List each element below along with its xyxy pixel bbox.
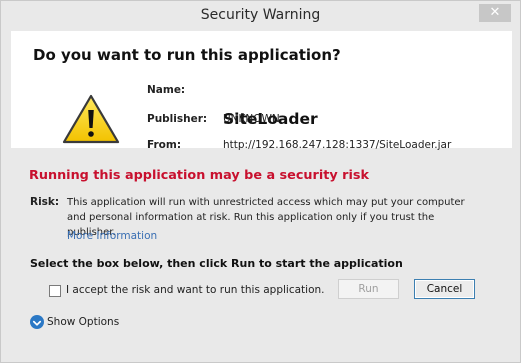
warning-triangle-icon (62, 94, 120, 144)
publisher-value: UNKNOWN (223, 113, 280, 125)
title-bar[interactable]: Security Warning ✕ (1, 1, 520, 31)
show-options-label: Show Options (47, 316, 120, 328)
chevron-down-circle-icon (30, 315, 44, 329)
close-icon: ✕ (489, 5, 501, 20)
cancel-button[interactable]: Cancel (414, 279, 475, 299)
risk-heading: Running this application may be a securi… (29, 168, 369, 183)
security-warning-dialog: Security Warning ✕ Do you want to run th… (0, 0, 521, 363)
publisher-label: Publisher: (147, 113, 208, 125)
window-title: Security Warning (200, 7, 321, 23)
show-options-toggle[interactable]: Show Options (30, 314, 119, 330)
from-url: http://192.168.247.128:1337/SiteLoader.j… (223, 139, 452, 151)
dialog-question: Do you want to run this application? (33, 46, 341, 64)
risk-label: Risk: (30, 196, 60, 208)
accept-risk-checkbox[interactable] (49, 285, 61, 297)
from-label: From: (147, 139, 182, 151)
name-label: Name: (147, 84, 186, 96)
more-information-link[interactable]: More Information (67, 230, 157, 242)
accept-instruction: Select the box below, then click Run to … (30, 257, 403, 270)
accept-risk-label[interactable]: I accept the risk and want to run this a… (66, 284, 325, 296)
close-button[interactable]: ✕ (479, 4, 511, 22)
dialog-info-panel: Do you want to run this application? Nam… (11, 31, 512, 151)
run-button[interactable]: Run (338, 279, 399, 299)
